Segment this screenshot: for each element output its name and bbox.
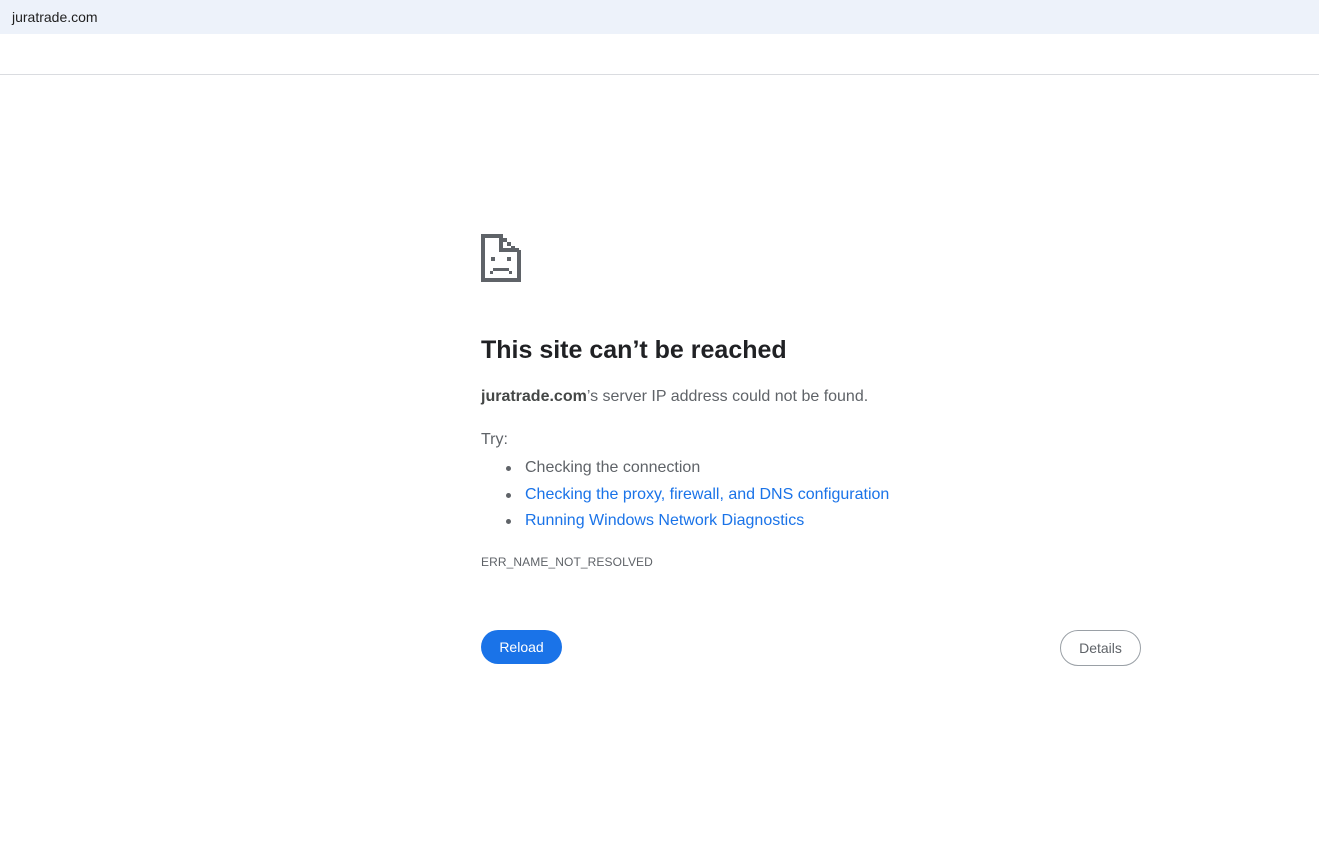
reload-button[interactable]: Reload <box>481 630 562 664</box>
page-title: This site can’t be reached <box>481 336 787 364</box>
try-label: Try: <box>481 431 508 448</box>
error-message-text: ’s server IP address could not be found. <box>586 388 869 405</box>
toolbar-divider <box>0 74 1319 75</box>
url-text[interactable]: juratrade.com <box>12 8 98 26</box>
list-item: Running Windows Network Diagnostics <box>505 508 889 535</box>
suggestion-link-network-diagnostics[interactable]: Running Windows Network Diagnostics <box>525 512 804 529</box>
list-item: Checking the proxy, firewall, and DNS co… <box>505 482 889 509</box>
suggestion-check-connection: Checking the connection <box>525 459 701 476</box>
sad-document-icon <box>481 234 521 282</box>
list-item: Checking the connection <box>505 455 889 482</box>
details-button[interactable]: Details <box>1060 630 1141 666</box>
address-bar[interactable]: juratrade.com <box>0 0 1319 34</box>
suggestion-list: Checking the connection Checking the pro… <box>481 455 889 535</box>
suggestion-link-proxy-dns[interactable]: Checking the proxy, firewall, and DNS co… <box>525 486 889 503</box>
error-host: juratrade.com <box>481 388 587 405</box>
error-code: ERR_NAME_NOT_RESOLVED <box>481 555 653 569</box>
error-message: juratrade.com’s server IP address could … <box>481 386 868 408</box>
